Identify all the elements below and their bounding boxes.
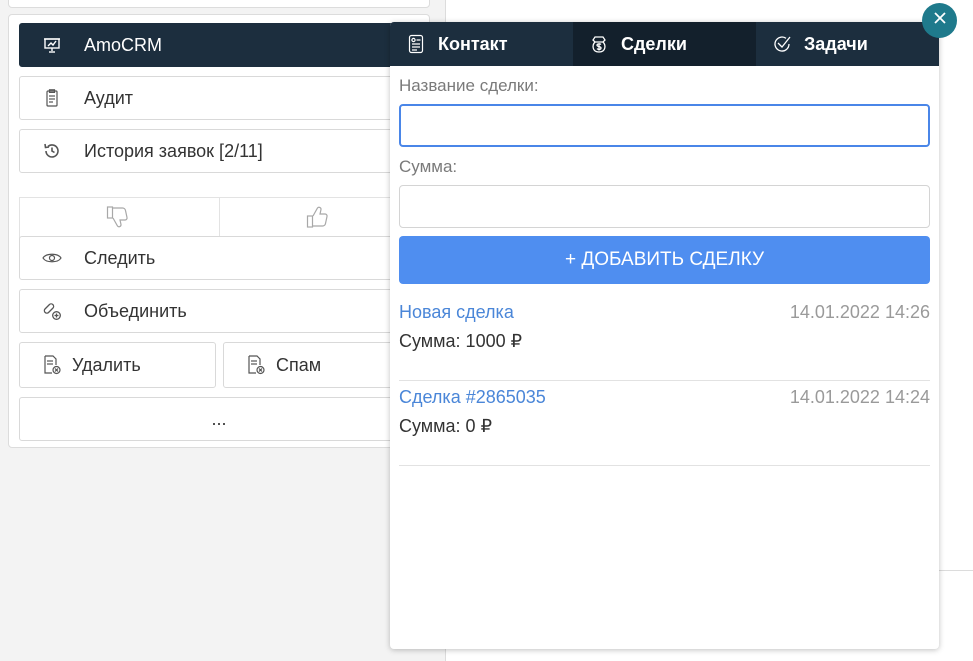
audit-label: Аудит xyxy=(84,87,134,108)
presentation-board-icon xyxy=(42,35,62,55)
audit-button[interactable]: Аудит xyxy=(19,76,419,120)
amocrm-label: AmoCRM xyxy=(84,34,163,55)
tab-tasks-label: Задачи xyxy=(804,33,868,54)
deal-item: Сделка #2865035 14.01.2022 14:24 Сумма: … xyxy=(399,380,930,466)
merge-label: Объединить xyxy=(84,300,187,321)
link-plus-icon xyxy=(42,301,62,321)
deal-date: 14.01.2022 14:24 xyxy=(789,387,930,407)
close-button[interactable] xyxy=(922,3,957,38)
sum-input[interactable] xyxy=(399,185,930,228)
history-label: История заявок [2/11] xyxy=(84,140,263,161)
deal-link[interactable]: Сделка #2865035 xyxy=(399,387,546,408)
close-icon xyxy=(933,11,947,30)
sum-label: Сумма: xyxy=(399,157,458,176)
eye-icon xyxy=(42,248,62,268)
popup-tabs: Контакт Сделки Задачи xyxy=(390,22,939,66)
delete-button[interactable]: Удалить xyxy=(19,342,216,388)
deals-tab-content: Название сделки: Сумма: + ДОБАВИТЬ СДЕЛК… xyxy=(390,66,939,649)
dollar-icon xyxy=(589,34,609,54)
more-label: ... xyxy=(211,408,227,429)
deal-sum: Сумма: 1000 ₽ xyxy=(399,331,523,351)
thumbs-down-icon xyxy=(106,205,132,234)
tab-contact[interactable]: Контакт xyxy=(390,22,573,66)
amocrm-button[interactable]: AmoCRM xyxy=(19,23,419,67)
tab-tasks[interactable]: Задачи xyxy=(756,22,939,66)
clipboard-icon xyxy=(42,88,62,108)
like-button[interactable] xyxy=(218,198,419,240)
spam-label: Спам xyxy=(276,354,322,375)
deals-popup: Контакт Сделки Задачи Название сделки: С… xyxy=(390,22,939,649)
deal-sum: Сумма: 0 ₽ xyxy=(399,416,493,436)
top-card xyxy=(8,0,430,8)
contact-card-icon xyxy=(406,34,426,54)
vote-row xyxy=(19,197,419,241)
add-deal-button[interactable]: + ДОБАВИТЬ СДЕЛКУ xyxy=(399,236,930,284)
deal-link[interactable]: Новая сделка xyxy=(399,302,514,323)
document-spam-icon xyxy=(246,355,266,375)
history-icon xyxy=(42,141,62,161)
history-button[interactable]: История заявок [2/11] xyxy=(19,129,419,173)
more-button[interactable]: ... xyxy=(19,397,419,441)
actions-card: AmoCRM Аудит История заявок [2/11] Следи… xyxy=(8,14,430,448)
deal-date: 14.01.2022 14:26 xyxy=(789,302,930,322)
check-circle-icon xyxy=(772,34,792,54)
tab-deals-label: Сделки xyxy=(621,33,687,54)
tab-deals[interactable]: Сделки xyxy=(573,22,756,66)
follow-label: Следить xyxy=(84,247,156,268)
deal-name-input[interactable] xyxy=(399,104,930,147)
thumbs-up-icon xyxy=(306,205,332,234)
follow-button[interactable]: Следить xyxy=(19,236,419,280)
delete-label: Удалить xyxy=(72,354,141,375)
merge-button[interactable]: Объединить xyxy=(19,289,419,333)
deal-item: Новая сделка 14.01.2022 14:26 Сумма: 100… xyxy=(399,295,930,381)
tab-contact-label: Контакт xyxy=(438,33,508,54)
dislike-button[interactable] xyxy=(20,198,219,240)
deal-name-label: Название сделки: xyxy=(399,76,539,95)
document-delete-icon xyxy=(42,355,62,375)
